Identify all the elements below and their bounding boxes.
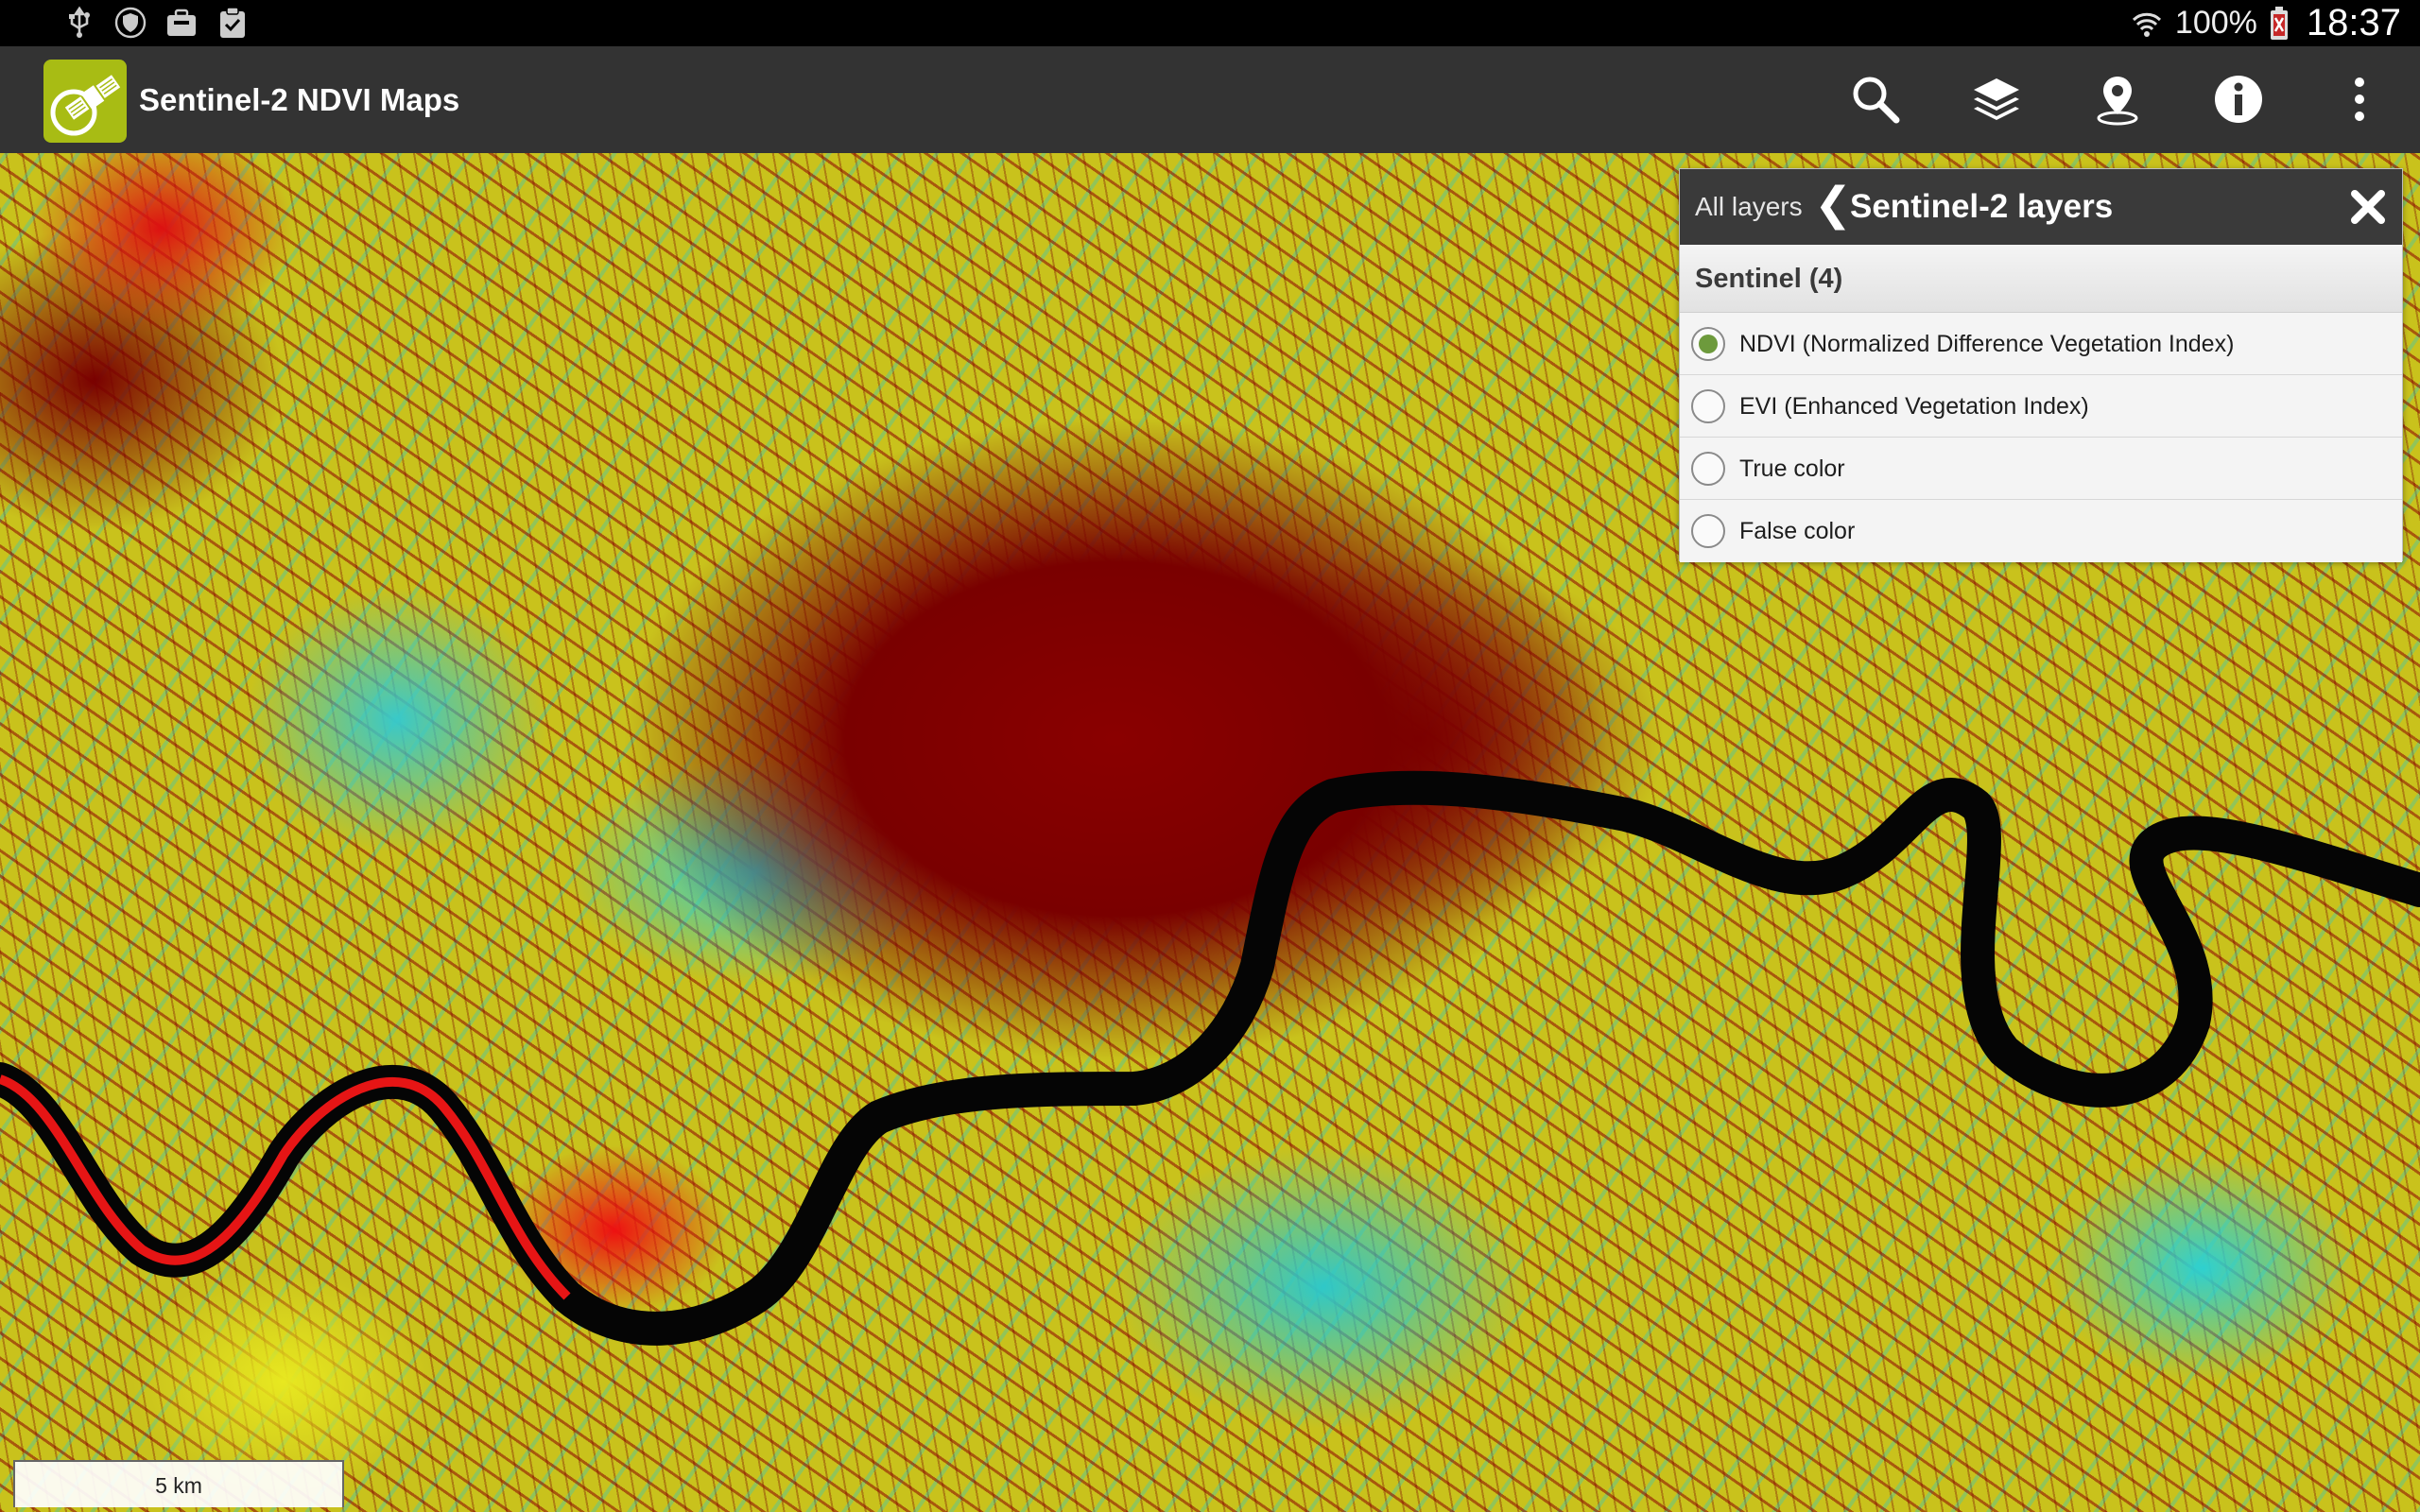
satellite-logo-icon[interactable]: [43, 60, 127, 143]
layer-option-label: EVI (Enhanced Vegetation Index): [1739, 393, 2089, 420]
layer-option-false-color[interactable]: False color: [1680, 500, 2402, 562]
system-status: 100% 18:37: [2130, 0, 2401, 46]
shield-icon: [114, 7, 147, 39]
notification-icons: [62, 6, 250, 40]
radio-button[interactable]: [1691, 327, 1725, 361]
battery-icon: [2270, 6, 2288, 40]
wifi-icon: [2132, 12, 2161, 37]
radio-button[interactable]: [1691, 452, 1725, 486]
briefcase-icon: [167, 9, 196, 36]
search-icon[interactable]: [1847, 71, 1904, 128]
overflow-menu-icon[interactable]: [2331, 71, 2388, 128]
clock: 18:37: [2306, 2, 2401, 43]
all-layers-link[interactable]: All layers: [1695, 169, 1803, 245]
layer-option-evi[interactable]: EVI (Enhanced Vegetation Index): [1680, 375, 2402, 438]
back-chevron-icon[interactable]: ❮: [1814, 169, 1852, 245]
radio-button[interactable]: [1691, 514, 1725, 548]
layers-panel: All layers ❮ Sentinel-2 layers Sentinel …: [1679, 168, 2403, 562]
usb-icon: [69, 6, 90, 38]
layer-option-label: True color: [1739, 455, 1845, 482]
app-title: Sentinel-2 NDVI Maps: [139, 82, 460, 117]
info-icon[interactable]: [2210, 71, 2267, 128]
layer-group-header[interactable]: Sentinel (4): [1680, 245, 2402, 313]
status-bar: 100% 18:37: [0, 0, 2420, 46]
layer-option-true-color[interactable]: True color: [1680, 438, 2402, 500]
layer-option-label: NDVI (Normalized Difference Vegetation I…: [1739, 331, 2235, 357]
clipboard-check-icon: [220, 7, 245, 38]
layers-panel-header: All layers ❮ Sentinel-2 layers: [1680, 169, 2402, 245]
layers-panel-title: Sentinel-2 layers: [1850, 188, 2114, 225]
layer-option-label: False color: [1739, 518, 1856, 544]
location-pin-icon[interactable]: [2089, 71, 2146, 128]
close-icon[interactable]: [2347, 186, 2389, 228]
action-bar: Sentinel-2 NDVI Maps: [0, 46, 2420, 153]
layer-option-ndvi[interactable]: NDVI (Normalized Difference Vegetation I…: [1680, 313, 2402, 375]
radio-button[interactable]: [1691, 389, 1725, 423]
battery-percent: 100%: [2174, 5, 2257, 41]
layer-group-label: Sentinel (4): [1695, 264, 1843, 294]
layers-icon[interactable]: [1968, 71, 2025, 128]
map-scale-bar: 5 km: [13, 1460, 344, 1507]
